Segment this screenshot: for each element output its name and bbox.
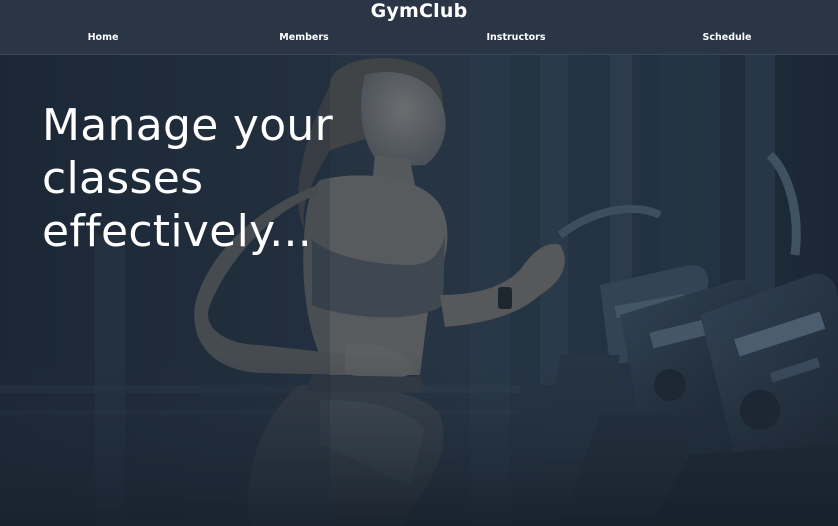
hero-headline-line-3: effectively...	[42, 206, 313, 257]
nav-members-link[interactable]: Members	[279, 28, 328, 48]
hero-section: Manage your classes effectively...	[0, 55, 838, 526]
hero-headline-line-2: classes	[42, 153, 204, 204]
hero-headline-line-1: Manage your	[42, 100, 333, 151]
hero-headline: Manage your classes effectively...	[42, 99, 382, 258]
brand-logo-text[interactable]: GymClub	[0, 0, 838, 22]
top-header: GymClub Home Members Instructors Schedul…	[0, 0, 838, 55]
nav-home-link[interactable]: Home	[88, 28, 119, 48]
nav-schedule-link[interactable]: Schedule	[703, 28, 752, 48]
nav-instructors-link[interactable]: Instructors	[487, 28, 546, 48]
page: GymClub Home Members Instructors Schedul…	[0, 0, 838, 526]
main-nav: Home Members Instructors Schedule	[0, 28, 838, 48]
